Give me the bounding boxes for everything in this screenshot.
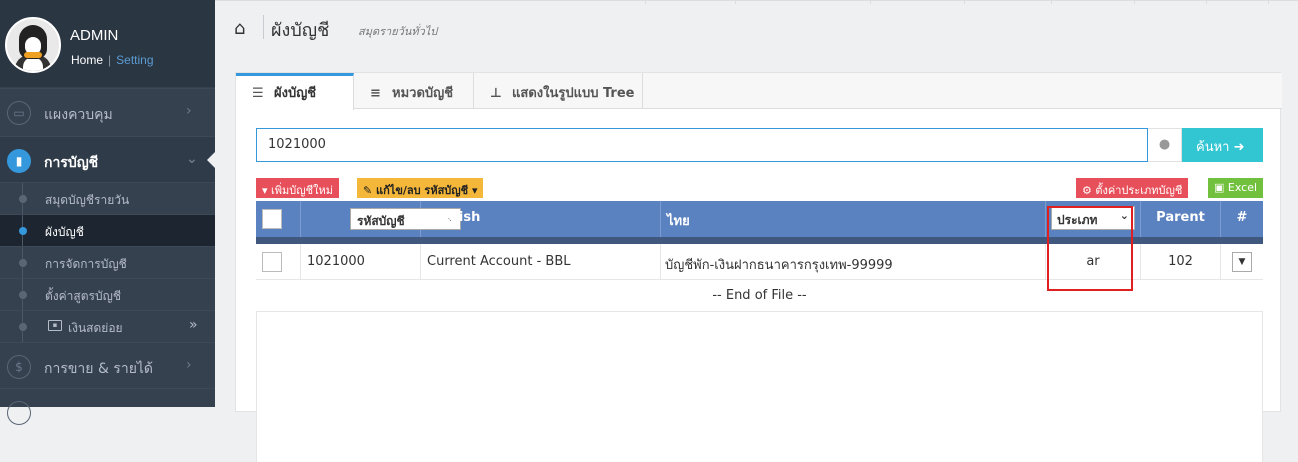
- sidebar-subitem-label: เงินสดย่อย: [68, 321, 123, 335]
- dollar-icon: $: [7, 355, 31, 379]
- table-empty-area: [256, 312, 1263, 462]
- bullet-icon: [19, 291, 27, 299]
- header-english: English: [421, 201, 661, 237]
- bullet-icon: [19, 323, 27, 331]
- bullet-icon: [19, 227, 27, 235]
- header-thai: ไทย: [661, 201, 1046, 237]
- sidebar-subitem-chart-of-accounts[interactable]: ผังบัญชี: [0, 214, 215, 247]
- row-checkbox-cell: [256, 244, 301, 280]
- header-actions: #: [1236, 210, 1248, 225]
- page-title: ผังบัญชี: [271, 20, 330, 41]
- button-label: ตั้งค่าประเภทบัญชี: [1095, 184, 1183, 197]
- select-all-checkbox[interactable]: [262, 209, 282, 229]
- sidebar-subitem-label: สมุดบัญชีรายวัน: [45, 193, 130, 207]
- select-value: รหัสบัญชี: [357, 214, 405, 228]
- setting-link[interactable]: Setting: [116, 53, 153, 67]
- menu-icon: [7, 401, 31, 425]
- row-english: Current Account - BBL: [421, 244, 661, 280]
- arrow-circle-right-icon: ➜: [1233, 140, 1245, 155]
- excel-icon: ▣: [1214, 181, 1228, 194]
- header-divider: [263, 15, 264, 39]
- tab-account-groups[interactable]: ≡ หมวดบัญชี: [354, 73, 474, 109]
- excel-button[interactable]: ▣ Excel: [1208, 178, 1264, 198]
- list-icon: ☰: [252, 86, 264, 101]
- row-checkbox[interactable]: [262, 252, 282, 272]
- sidebar-item-accounting[interactable]: ▮ การบัญชี ⌄: [0, 136, 215, 182]
- sidebar-subitem-journal[interactable]: สมุดบัญชีรายวัน: [0, 182, 215, 215]
- page-subtitle: สมุดรายวันทั่วไป: [358, 25, 438, 38]
- sidebar-subitem-label: การจัดการบัญชี: [45, 257, 127, 271]
- active-notch: [207, 152, 215, 168]
- gear-icon: ⚙: [1082, 184, 1096, 197]
- monitor-icon: ▭: [7, 101, 31, 125]
- indent-icon: ≡: [370, 86, 381, 101]
- set-account-type-button[interactable]: ⚙ ตั้งค่าประเภทบัญชี: [1076, 178, 1189, 198]
- sitemap-icon: ⊥: [490, 86, 502, 101]
- search-button-label: ค้นหา: [1196, 140, 1230, 155]
- caret-down-icon: ▾: [262, 184, 272, 197]
- microphone-icon[interactable]: ●: [1148, 128, 1182, 162]
- sidebar-item-label: แผงควบคุม: [44, 107, 113, 123]
- profile-links: Home | Setting: [71, 53, 154, 67]
- button-label: เพิ่มบัญชีใหม่: [271, 184, 333, 197]
- sidebar-item-dashboard[interactable]: ▭ แผงควบคุม ›: [0, 88, 215, 136]
- user-profile: ADMIN Home | Setting: [0, 3, 215, 87]
- sidebar-menu: ▭ แผงควบคุม › ▮ การบัญชี ⌄ สมุดบัญชีรายว…: [0, 88, 215, 425]
- sidebar-item-more[interactable]: [0, 388, 215, 425]
- tab-chart-of-accounts[interactable]: ☰ ผังบัญชี: [236, 73, 354, 110]
- search-button[interactable]: ค้นหา ➜: [1182, 128, 1263, 162]
- page-header: ⌂ ผังบัญชี สมุดรายวันทั่วไป: [215, 0, 1298, 52]
- button-label: แก้ไข/ลบ รหัสบัญชี: [376, 184, 469, 197]
- tab-tree-view[interactable]: ⊥ แสดงในรูปแบบ Tree: [474, 73, 643, 109]
- sidebar-subitem-petty-cash[interactable]: ▪ เงินสดย่อย »: [0, 310, 215, 343]
- chevron-right-icon: ›: [186, 103, 192, 119]
- user-name: ADMIN: [70, 27, 119, 44]
- header-code-cell: รหัสบัญชี ⌄: [301, 201, 461, 237]
- add-account-button[interactable]: ▾ เพิ่มบัญชีใหม่: [256, 178, 339, 198]
- chevron-right-icon: ›: [186, 357, 192, 373]
- button-label: Excel: [1227, 181, 1258, 194]
- edit-account-button[interactable]: ✎ แก้ไข/ลบ รหัสบัญชี ▾: [357, 178, 484, 198]
- sidebar-subitem-label: ตั้งค่าสูตรบัญชี: [45, 289, 121, 303]
- wrench-icon: ✎: [363, 184, 377, 197]
- sidebar-subitem-account-formula[interactable]: ตั้งค่าสูตรบัญชี: [0, 278, 215, 311]
- caret-down-icon: ▾: [468, 184, 478, 197]
- highlight-box: [1047, 206, 1133, 291]
- double-chevron-icon: »: [189, 317, 198, 333]
- tab-bar: ☰ ผังบัญชี ≡ หมวดบัญชี ⊥ แสดงในรูปแบบ Tree: [236, 73, 1282, 110]
- sidebar-item-sales[interactable]: $ การขาย & รายได้ ›: [0, 342, 215, 388]
- header-select-all-cell: [256, 201, 301, 237]
- header-parent: Parent: [1141, 201, 1221, 237]
- book-icon: ▮: [7, 149, 31, 173]
- sidebar: ADMIN Home | Setting ▭ แผงควบคุม › ▮ การบั…: [0, 0, 215, 425]
- tab-label: ผังบัญชี: [274, 86, 317, 101]
- main-content: ⌂ ผังบัญชี สมุดรายวันทั่วไป ☰ ผังบัญชี ≡ ห…: [215, 0, 1298, 462]
- bullet-icon: [19, 259, 27, 267]
- sidebar-item-label: การบัญชี: [44, 155, 99, 171]
- tab-label: หมวดบัญชี: [392, 86, 454, 101]
- row-code: 1021000: [301, 244, 421, 280]
- avatar[interactable]: [5, 17, 61, 73]
- home-icon[interactable]: ⌂: [234, 18, 245, 39]
- sidebar-subitem-account-management[interactable]: การจัดการบัญชี: [0, 246, 215, 279]
- sidebar-item-label: การขาย & รายได้: [44, 361, 154, 377]
- card-icon: ▪: [48, 320, 62, 331]
- row-actions-dropdown[interactable]: ▼: [1232, 252, 1252, 272]
- home-link[interactable]: Home: [71, 53, 103, 67]
- row-parent: 102: [1141, 244, 1221, 280]
- bullet-icon: [19, 195, 27, 203]
- link-separator: |: [108, 53, 112, 67]
- chevron-down-icon: ⌄: [186, 151, 198, 167]
- sidebar-subitem-label: ผังบัญชี: [45, 225, 84, 239]
- tab-label: แสดงในรูปแบบ Tree: [512, 86, 635, 101]
- search-input[interactable]: 1021000: [256, 128, 1148, 162]
- row-thai: บัญชีพัก-เงินฝากธนาคารกรุงเทพ-99999: [661, 244, 1046, 280]
